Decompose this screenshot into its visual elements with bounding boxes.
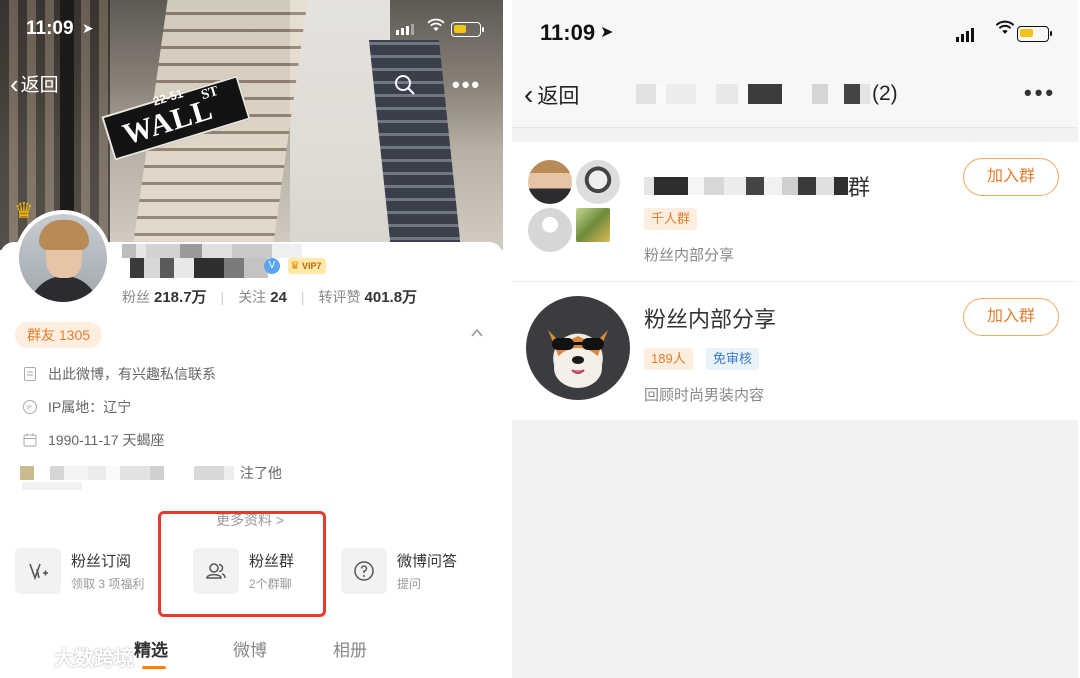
fan-groups-screen: 11:09 ➤ ‹ 返回 (2) ••• 群 千人群 粉丝内部分享 加入群 粉丝…	[512, 0, 1078, 678]
subscription-icon	[15, 548, 61, 594]
stat-label: 粉丝	[122, 289, 150, 305]
entry-subtitle: 提问	[397, 577, 422, 591]
location-arrow-icon: ➤	[600, 24, 614, 41]
status-time: 11:09	[26, 18, 74, 39]
bio-row: 出此微博，有兴趣私信联系	[22, 364, 216, 384]
stat-followers[interactable]: 粉丝 218.7万	[122, 286, 207, 307]
stat-reposts-likes[interactable]: 转评赞 401.8万	[319, 286, 418, 307]
verified-icon: V	[264, 258, 280, 274]
redacted-line	[22, 482, 82, 490]
stat-divider: |	[220, 288, 225, 305]
sign-suffix: ST	[199, 83, 221, 104]
group-avatar-collage	[526, 156, 626, 256]
back-button[interactable]: ‹ 返回	[524, 80, 579, 110]
more-icon[interactable]: •••	[1024, 80, 1056, 106]
stat-label: 关注	[238, 288, 267, 305]
status-time: 11:09	[540, 20, 596, 45]
member-avatar	[574, 206, 612, 244]
question-icon	[341, 548, 387, 594]
tab-album[interactable]: 相册	[333, 636, 367, 661]
active-tab-indicator	[142, 666, 166, 669]
status-bar: 11:09 ➤	[512, 0, 1078, 60]
birthday-text: 1990-11-17 天蝎座	[48, 432, 165, 448]
bio-text: 出此微博，有兴趣私信联系	[48, 366, 216, 382]
top-bar: 11:09 ➤ ‹ 返回 (2) •••	[512, 0, 1078, 128]
mutual-follow-text: 注了他	[240, 465, 282, 481]
avatar[interactable]	[15, 210, 111, 306]
stat-following[interactable]: 关注 24	[238, 287, 287, 307]
member-avatar	[526, 206, 574, 254]
ip-icon: IP	[23, 400, 37, 414]
back-button[interactable]: ‹ 返回	[10, 70, 59, 97]
list-item[interactable]: 群 千人群 粉丝内部分享 加入群	[512, 142, 1078, 282]
group-description: 粉丝内部分享	[644, 247, 735, 264]
location-arrow-icon: ➤	[82, 20, 94, 36]
watermark: 大数跨境	[8, 642, 134, 671]
stat-value: 401.8万	[364, 289, 418, 306]
group-count: (2)	[872, 82, 898, 105]
tab-weibo[interactable]: 微博	[233, 636, 267, 661]
more-icon[interactable]: •••	[452, 72, 481, 98]
group-list: 群 千人群 粉丝内部分享 加入群 粉丝内部分享 189人 免审核 回顾时尚男装内…	[512, 142, 1078, 420]
wifi-icon	[427, 18, 445, 36]
ip-text: IP属地：辽宁	[48, 399, 132, 415]
entry-title: 粉丝订阅	[71, 553, 132, 570]
group-name-tail: 群	[848, 175, 871, 200]
group-avatar	[526, 296, 630, 400]
back-label: 返回	[20, 75, 59, 96]
group-description: 回顾时尚男装内容	[644, 387, 765, 404]
svg-text:IP: IP	[26, 405, 32, 412]
document-icon	[24, 367, 36, 381]
group-name-redacted: 群	[644, 170, 870, 202]
chevron-up-icon[interactable]	[470, 326, 484, 340]
join-group-button[interactable]: 加入群	[963, 298, 1059, 336]
group-friends-badge[interactable]: 群友 1305	[15, 322, 103, 348]
battery-icon	[451, 22, 484, 37]
weibo-qa-entry[interactable]: 微博问答 提问	[341, 548, 457, 594]
stat-value: 218.7万	[154, 289, 207, 306]
stat-divider: |	[300, 288, 305, 305]
ip-row: IP IP属地：辽宁	[22, 397, 131, 417]
chevron-left-icon: ‹	[524, 79, 534, 110]
member-avatar	[526, 158, 574, 206]
entry-title: 微博问答	[397, 553, 458, 570]
mutual-follow-row[interactable]: 注了他	[20, 463, 282, 483]
tab-featured[interactable]: 精选	[134, 636, 168, 661]
member-count-tag: 189人	[644, 348, 693, 370]
stat-label: 转评赞	[318, 289, 361, 305]
group-tag: 千人群	[644, 208, 698, 230]
profile-stats: 粉丝 218.7万 | 关注 24 | 转评赞 401.8万	[122, 286, 417, 307]
signal-icon	[396, 24, 414, 35]
birthday-row: 1990-11-17 天蝎座	[22, 430, 164, 450]
watermark-logo-icon	[9, 646, 43, 667]
back-label: 返回	[537, 85, 580, 108]
username-redacted	[122, 244, 302, 258]
entry-subtitle: 领取 3 项福利	[71, 577, 145, 591]
username-redacted-2	[130, 258, 268, 278]
status-bar: 11:09 ➤	[0, 0, 503, 60]
list-item[interactable]: 粉丝内部分享 189人 免审核 回顾时尚男装内容 加入群	[512, 281, 1078, 421]
calendar-icon	[23, 433, 37, 447]
crown-icon: ♛	[14, 198, 34, 223]
page-title: (2)	[636, 82, 898, 106]
no-review-tag: 免审核	[706, 348, 760, 370]
group-name: 粉丝内部分享	[644, 307, 777, 332]
fan-subscription-entry[interactable]: 粉丝订阅 领取 3 项福利	[15, 548, 144, 594]
fan-group-highlight	[158, 511, 326, 617]
vip-badge[interactable]: VIP7	[288, 258, 326, 274]
member-avatar	[574, 158, 622, 206]
search-icon[interactable]	[394, 74, 416, 96]
chevron-left-icon: ‹	[10, 68, 19, 99]
battery-icon	[1017, 26, 1052, 42]
signal-icon	[956, 28, 974, 42]
profile-screen: 22-51 WALL ST 11:09 ➤ ‹ 返回 ••• ♛ V VIP7	[0, 0, 503, 678]
stat-value: 24	[270, 288, 287, 306]
join-group-button[interactable]: 加入群	[963, 158, 1059, 196]
wifi-icon	[995, 20, 1015, 40]
watermark-text: 大数跨境	[54, 648, 134, 670]
